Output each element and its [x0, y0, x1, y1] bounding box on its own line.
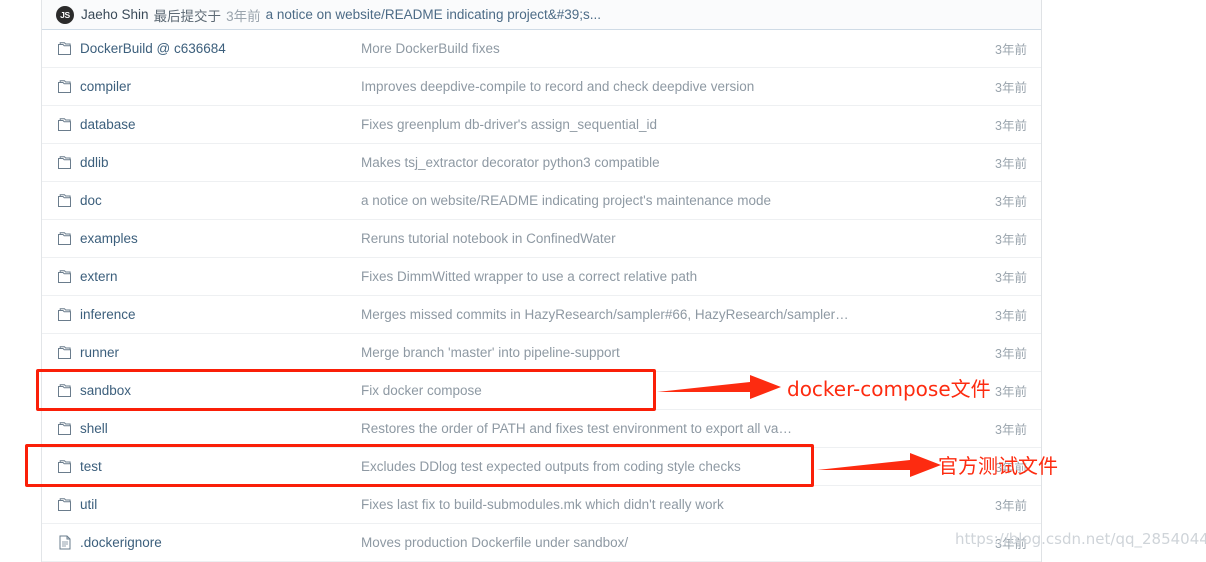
commit-age-cell: 3年前 — [995, 195, 1027, 209]
file-link[interactable]: shell — [80, 421, 108, 436]
commit-message-cell[interactable]: More DockerBuild fixes — [361, 41, 931, 56]
file-name-cell: ddlib — [42, 155, 361, 171]
file-name-cell: compiler — [42, 79, 361, 95]
commit-message-cell[interactable]: Fixes greenplum db-driver's assign_seque… — [361, 117, 931, 132]
file-link[interactable]: doc — [80, 193, 102, 208]
table-row[interactable]: DockerBuild @ c636684 More DockerBuild fi… — [42, 30, 1041, 68]
commit-age-cell: 3年前 — [995, 347, 1027, 361]
table-row[interactable]: .dockerignore Moves production Dockerfile… — [42, 524, 1041, 562]
commit-age-cell: 3年前 — [995, 271, 1027, 285]
table-row[interactable]: shell Restores the order of PATH and fixe… — [42, 410, 1041, 448]
avatar: JS — [56, 5, 74, 24]
commit-message-cell[interactable]: Moves production Dockerfile under sandbo… — [361, 535, 931, 550]
commit-age-cell: 3年前 — [995, 461, 1027, 475]
file-link[interactable]: runner — [80, 345, 119, 360]
commit-age-cell: 3年前 — [995, 309, 1027, 323]
folder-icon — [56, 231, 73, 247]
folder-icon — [56, 421, 73, 437]
commit-message-cell[interactable]: Improves deepdive-compile to record and … — [361, 79, 931, 94]
file-link[interactable]: DockerBuild @ c636684 — [80, 41, 226, 56]
commit-timestamp: 3年前 — [226, 8, 261, 24]
file-link[interactable]: sandbox — [80, 383, 131, 398]
folder-icon — [56, 459, 73, 475]
folder-icon — [56, 79, 73, 95]
file-link[interactable]: database — [80, 117, 136, 132]
commit-message-cell[interactable]: Restores the order of PATH and fixes tes… — [361, 421, 931, 436]
file-name-cell: inference — [42, 307, 361, 323]
table-row[interactable]: database Fixes greenplum db-driver's assi… — [42, 106, 1041, 144]
file-rows: DockerBuild @ c636684 More DockerBuild fi… — [42, 30, 1041, 562]
commit-age-cell: 3年前 — [995, 43, 1027, 57]
file-name-cell: sandbox — [42, 383, 361, 399]
commit-message-cell[interactable]: Merge branch 'master' into pipeline-supp… — [361, 345, 931, 360]
file-link[interactable]: extern — [80, 269, 118, 284]
folder-icon — [56, 193, 73, 209]
commit-age-cell: 3年前 — [995, 423, 1027, 437]
table-row[interactable]: ddlib Makes tsj_extractor decorator pytho… — [42, 144, 1041, 182]
folder-icon — [56, 497, 73, 513]
table-row[interactable]: util Fixes last fix to build-submodules.m… — [42, 486, 1041, 524]
table-row[interactable]: examples Reruns tutorial notebook in Conf… — [42, 220, 1041, 258]
commit-message-cell[interactable]: Makes tsj_extractor decorator python3 co… — [361, 155, 931, 170]
commit-message-cell[interactable]: a notice on website/README indicating pr… — [361, 193, 931, 208]
file-icon — [56, 535, 73, 551]
commit-age-cell: 3年前 — [995, 499, 1027, 513]
folder-icon — [56, 41, 73, 57]
file-name-cell: examples — [42, 231, 361, 247]
folder-icon — [56, 155, 73, 171]
file-link[interactable]: ddlib — [80, 155, 109, 170]
commit-age-cell: 3年前 — [995, 385, 1027, 399]
file-name-cell: doc — [42, 193, 361, 209]
folder-icon — [56, 307, 73, 323]
file-name-cell: test — [42, 459, 361, 475]
table-row[interactable]: extern Fixes DimmWitted wrapper to use a … — [42, 258, 1041, 296]
commit-prefix-label: 最后提交于 — [153, 8, 222, 24]
file-listing-table: JS Jaeho Shin 最后提交于 3年前 a notice on webs… — [41, 0, 1042, 562]
file-name-cell: database — [42, 117, 361, 133]
commit-age-cell: 3年前 — [995, 233, 1027, 247]
file-name-cell: .dockerignore — [42, 535, 361, 551]
table-row[interactable]: test Excludes DDlog test expected outputs… — [42, 448, 1041, 486]
file-link[interactable]: test — [80, 459, 102, 474]
table-row[interactable]: runner Merge branch 'master' into pipelin… — [42, 334, 1041, 372]
file-link[interactable]: examples — [80, 231, 138, 246]
commit-age-cell: 3年前 — [995, 537, 1027, 551]
commit-message-cell[interactable]: Excludes DDlog test expected outputs fro… — [361, 459, 931, 474]
file-link[interactable]: compiler — [80, 79, 131, 94]
commit-message-cell[interactable]: Fixes last fix to build-submodules.mk wh… — [361, 497, 931, 512]
folder-icon — [56, 345, 73, 361]
latest-commit-header: JS Jaeho Shin 最后提交于 3年前 a notice on webs… — [42, 0, 1041, 30]
file-link[interactable]: inference — [80, 307, 136, 322]
file-name-cell: extern — [42, 269, 361, 285]
table-row[interactable]: inference Merges missed commits in HazyRe… — [42, 296, 1041, 334]
table-row[interactable]: sandbox Fix docker compose 3年前 — [42, 372, 1041, 410]
file-name-cell: shell — [42, 421, 361, 437]
table-row[interactable]: compiler Improves deepdive-compile to rec… — [42, 68, 1041, 106]
folder-icon — [56, 117, 73, 133]
file-name-cell: DockerBuild @ c636684 — [42, 41, 361, 57]
file-name-cell: util — [42, 497, 361, 513]
commit-age-cell: 3年前 — [995, 81, 1027, 95]
commit-message-cell[interactable]: Fixes DimmWitted wrapper to use a correc… — [361, 269, 931, 284]
commit-age-cell: 3年前 — [995, 157, 1027, 171]
file-link[interactable]: util — [80, 497, 97, 512]
table-row[interactable]: doc a notice on website/README indicating… — [42, 182, 1041, 220]
commit-age-cell: 3年前 — [995, 119, 1027, 133]
commit-author[interactable]: Jaeho Shin — [81, 7, 149, 22]
folder-icon — [56, 383, 73, 399]
file-link[interactable]: .dockerignore — [80, 535, 162, 550]
commit-message-cell[interactable]: Merges missed commits in HazyResearch/sa… — [361, 307, 931, 322]
folder-icon — [56, 269, 73, 285]
commit-message-cell[interactable]: Fix docker compose — [361, 383, 931, 398]
commit-message[interactable]: a notice on website/README indicating pr… — [266, 7, 601, 22]
file-name-cell: runner — [42, 345, 361, 361]
commit-message-cell[interactable]: Reruns tutorial notebook in ConfinedWate… — [361, 231, 931, 246]
